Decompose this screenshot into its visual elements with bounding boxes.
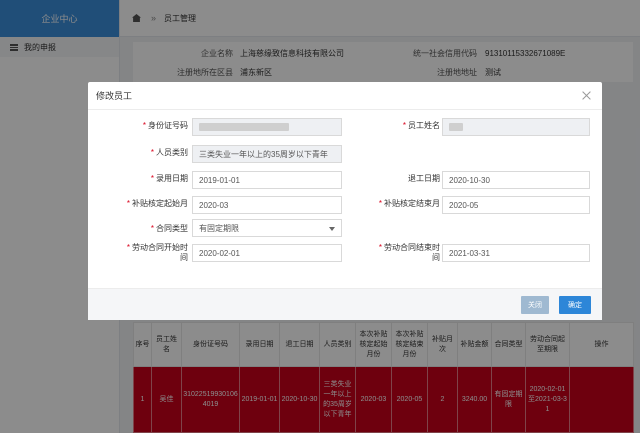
- subsidy-start-label: * 补贴核定起始月: [126, 199, 188, 208]
- leave-date-label: 退工日期: [408, 174, 440, 183]
- category-input[interactable]: 三类失业一年以上的35周岁以下青年: [192, 145, 342, 163]
- hire-date-label: * 录用日期: [150, 174, 188, 183]
- edit-employee-dialog: 修改员工 * 身份证号码 * 员工姓名 * 人员类别 三类失业一年以上的35周岁以下青…: [88, 82, 602, 320]
- contract-type-label: * 合同类型: [150, 224, 188, 233]
- contract-end-input[interactable]: 2021-03-31: [442, 244, 590, 262]
- close-icon[interactable]: [581, 90, 592, 101]
- dialog-header: 修改员工: [88, 82, 602, 110]
- dialog-body: * 身份证号码 * 员工姓名 * 人员类别 三类失业一年以上的35周岁以下青年 * 录用…: [88, 110, 602, 288]
- contract-type-select[interactable]: 有固定期限: [192, 219, 342, 237]
- employee-name-label: * 员工姓名: [402, 121, 440, 130]
- dialog-footer: 关闭 确定: [88, 288, 602, 320]
- dialog-title: 修改员工: [96, 91, 133, 101]
- id-number-label: * 身份证号码: [142, 121, 188, 130]
- leave-date-input[interactable]: 2020-10-30: [442, 171, 590, 189]
- id-number-input[interactable]: [192, 118, 342, 136]
- category-label: * 人员类别: [150, 148, 188, 157]
- contract-end-label: * 劳动合同结束时间: [378, 243, 440, 262]
- employee-name-input[interactable]: [442, 118, 590, 136]
- subsidy-start-input[interactable]: 2020-03: [192, 196, 342, 214]
- confirm-button[interactable]: 确定: [559, 296, 591, 314]
- masked-id-number: [199, 123, 289, 131]
- subsidy-end-input[interactable]: 2020-05: [442, 196, 590, 214]
- contract-start-input[interactable]: 2020-02-01: [192, 244, 342, 262]
- cancel-button[interactable]: 关闭: [521, 296, 549, 314]
- masked-employee-name: [449, 123, 463, 131]
- hire-date-input[interactable]: 2019-01-01: [192, 171, 342, 189]
- contract-type-value: 有固定期限: [199, 223, 239, 233]
- subsidy-end-label: * 补贴核定结束月: [378, 199, 440, 208]
- contract-start-label: * 劳动合同开始时间: [126, 243, 188, 262]
